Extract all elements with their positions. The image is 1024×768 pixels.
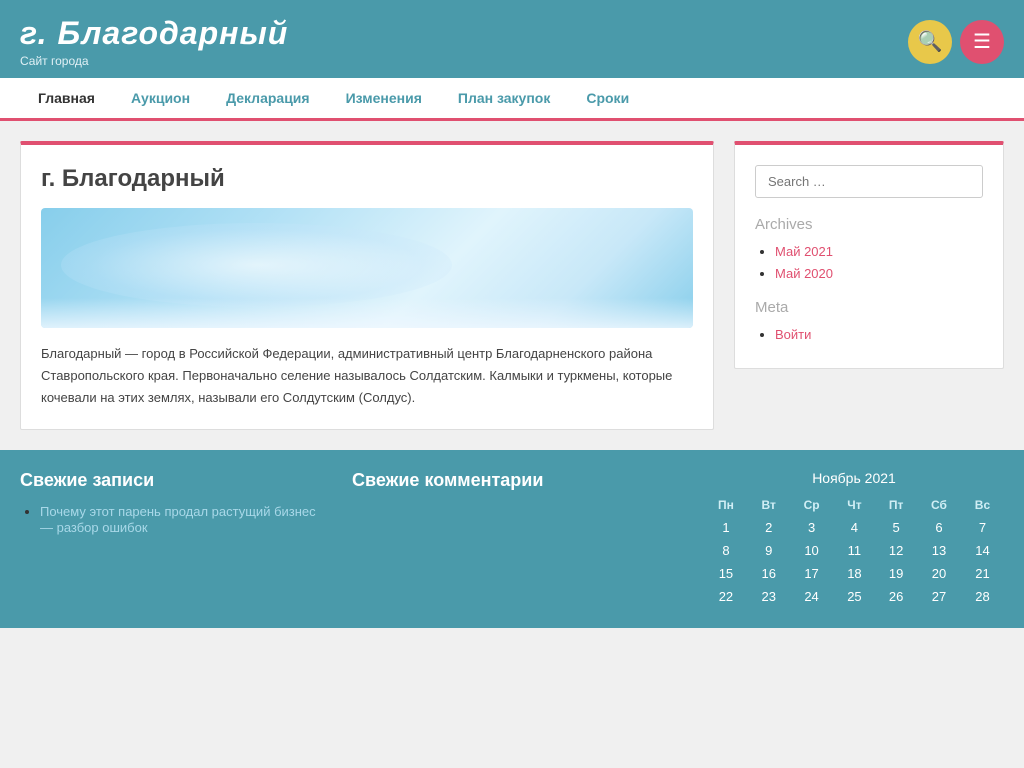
cal-th-fri: Пт [875, 494, 917, 516]
calendar-cell: 22 [704, 585, 748, 608]
sidebar-search[interactable] [755, 165, 983, 198]
archives-title: Archives [755, 216, 983, 233]
footer-recent-posts: Свежие записи Почему этот парень продал … [20, 470, 352, 608]
calendar-cell: 18 [834, 562, 876, 585]
nav-item-home[interactable]: Главная [20, 78, 113, 118]
footer-calendar: Ноябрь 2021 Пн Вт Ср Чт Пт Сб Вс 1234567… [684, 470, 1004, 608]
nav-item-terms[interactable]: Сроки [568, 78, 647, 118]
calendar-cell: 11 [834, 539, 876, 562]
archive-link-2[interactable]: Май 2020 [775, 266, 833, 281]
archive-link-1[interactable]: Май 2021 [775, 244, 833, 259]
recent-posts-list: Почему этот парень продал растущий бизне… [20, 503, 332, 535]
meta-title: Meta [755, 299, 983, 316]
recent-post-link-1[interactable]: Почему этот парень продал растущий бизне… [40, 504, 316, 535]
calendar-row: 22232425262728 [704, 585, 1004, 608]
cal-th-tue: Вт [748, 494, 790, 516]
calendar-cell: 19 [875, 562, 917, 585]
meta-list: Войти [755, 326, 983, 342]
site-subtitle: Сайт города [20, 54, 288, 68]
site-title: г. Благодарный [20, 15, 288, 52]
archive-item-2[interactable]: Май 2020 [775, 265, 983, 281]
calendar-cell: 12 [875, 539, 917, 562]
cal-th-sat: Сб [917, 494, 961, 516]
nav-link-declaration[interactable]: Декларация [208, 78, 328, 118]
search-input[interactable] [755, 165, 983, 198]
calendar-cell: 5 [875, 516, 917, 539]
calendar-cell: 20 [917, 562, 961, 585]
recent-comments-title: Свежие комментарии [352, 470, 664, 491]
calendar-cell: 10 [790, 539, 834, 562]
archives-section: Archives Май 2021 Май 2020 [755, 216, 983, 281]
site-title-block: г. Благодарный Сайт города [20, 15, 288, 68]
cal-th-wed: Ср [790, 494, 834, 516]
sidebar: Archives Май 2021 Май 2020 Meta Войти [734, 141, 1004, 369]
calendar-cell: 21 [961, 562, 1004, 585]
calendar-cell: 25 [834, 585, 876, 608]
site-footer: Свежие записи Почему этот парень продал … [0, 450, 1024, 628]
calendar-row: 891011121314 [704, 539, 1004, 562]
cal-th-mon: Пн [704, 494, 748, 516]
calendar-cell: 17 [790, 562, 834, 585]
article-image [41, 208, 693, 328]
nav-link-purchases[interactable]: План закупок [440, 78, 568, 118]
article-text: Благодарный — город в Российской Федерац… [41, 343, 693, 409]
calendar-cell: 13 [917, 539, 961, 562]
meta-section: Meta Войти [755, 299, 983, 342]
cal-th-sun: Вс [961, 494, 1004, 516]
calendar-cell: 4 [834, 516, 876, 539]
calendar-header-row: Пн Вт Ср Чт Пт Сб Вс [704, 494, 1004, 516]
article-title: г. Благодарный [41, 165, 693, 193]
main-content: г. Благодарный Благодарный — город в Рос… [0, 121, 1024, 450]
calendar-row: 1234567 [704, 516, 1004, 539]
calendar-cell: 8 [704, 539, 748, 562]
calendar-cell: 1 [704, 516, 748, 539]
search-icon-button[interactable]: 🔍 [908, 20, 952, 64]
archives-list: Май 2021 Май 2020 [755, 243, 983, 281]
menu-icon-button[interactable]: ☰ [960, 20, 1004, 64]
footer-recent-comments: Свежие комментарии [352, 470, 684, 608]
recent-posts-title: Свежие записи [20, 470, 332, 491]
calendar-body: 1234567891011121314151617181920212223242… [704, 516, 1004, 608]
nav-link-terms[interactable]: Сроки [568, 78, 647, 118]
calendar-cell: 2 [748, 516, 790, 539]
site-header: г. Благодарный Сайт города 🔍 ☰ [0, 0, 1024, 78]
calendar-cell: 26 [875, 585, 917, 608]
archive-item-1[interactable]: Май 2021 [775, 243, 983, 259]
calendar-cell: 23 [748, 585, 790, 608]
header-icons: 🔍 ☰ [908, 20, 1004, 64]
calendar-title: Ноябрь 2021 [704, 470, 1004, 486]
calendar-cell: 28 [961, 585, 1004, 608]
calendar-cell: 6 [917, 516, 961, 539]
footer-content: Свежие записи Почему этот парень продал … [20, 470, 1004, 608]
calendar-cell: 7 [961, 516, 1004, 539]
main-nav: Главная Аукцион Декларация Изменения Пла… [0, 78, 1024, 121]
calendar-cell: 3 [790, 516, 834, 539]
nav-link-home[interactable]: Главная [20, 78, 113, 118]
nav-link-changes[interactable]: Изменения [328, 78, 440, 118]
calendar-cell: 9 [748, 539, 790, 562]
login-link[interactable]: Войти [775, 327, 811, 342]
calendar-cell: 24 [790, 585, 834, 608]
nav-item-purchases[interactable]: План закупок [440, 78, 568, 118]
calendar-table: Пн Вт Ср Чт Пт Сб Вс 1234567891011121314… [704, 494, 1004, 608]
calendar-row: 15161718192021 [704, 562, 1004, 585]
calendar-cell: 15 [704, 562, 748, 585]
meta-item-login[interactable]: Войти [775, 326, 983, 342]
article-section: г. Благодарный Благодарный — город в Рос… [20, 141, 714, 430]
recent-post-1[interactable]: Почему этот парень продал растущий бизне… [40, 503, 332, 535]
calendar-cell: 14 [961, 539, 1004, 562]
nav-link-auction[interactable]: Аукцион [113, 78, 208, 118]
nav-item-changes[interactable]: Изменения [328, 78, 440, 118]
nav-item-auction[interactable]: Аукцион [113, 78, 208, 118]
calendar-cell: 27 [917, 585, 961, 608]
calendar-cell: 16 [748, 562, 790, 585]
nav-item-declaration[interactable]: Декларация [208, 78, 328, 118]
cal-th-thu: Чт [834, 494, 876, 516]
